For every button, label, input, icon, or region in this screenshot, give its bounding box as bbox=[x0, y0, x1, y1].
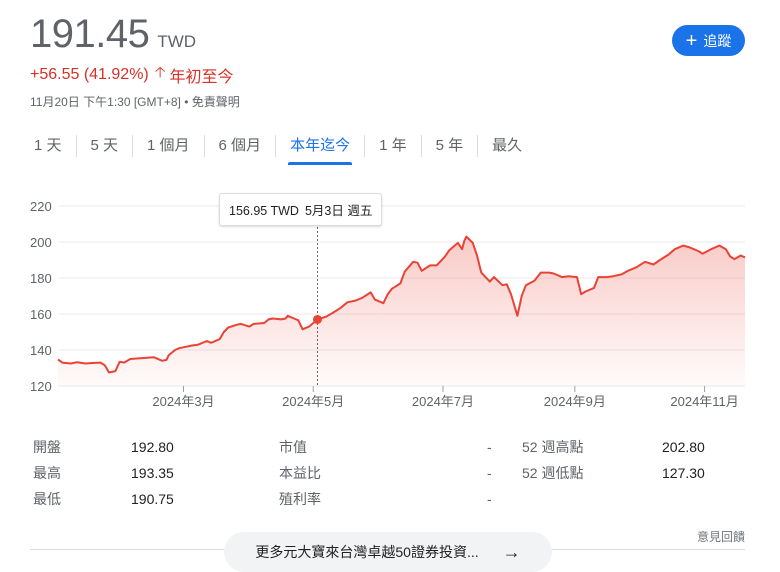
x-tick-label: 2024年5月 bbox=[282, 394, 344, 409]
stats-row: 開盤 192.80 市值 - 52 週高點 202.80 bbox=[33, 434, 745, 460]
range-tabs: 1 天 5 天 1 個月 6 個月 本年迄今 1 年 5 年 最久 bbox=[20, 128, 536, 165]
y-tick-label: 180 bbox=[30, 271, 52, 286]
stat-value-52w-high: 202.80 bbox=[662, 439, 705, 455]
tab-1m[interactable]: 1 個月 bbox=[133, 128, 204, 160]
stat-value-open: 192.80 bbox=[131, 439, 174, 455]
y-tick-label: 200 bbox=[30, 235, 52, 250]
change-period: 年初至今 bbox=[169, 68, 234, 86]
follow-button-label: 追蹤 bbox=[703, 32, 732, 49]
stat-value-low: 190.75 bbox=[131, 491, 174, 507]
tab-label: 本年迄今 bbox=[290, 136, 351, 154]
price-chart[interactable]: 120 140 160 180 200 220 2024年3月 2024年5月 2024年7月 2… bbox=[0, 175, 780, 420]
y-tick-label: 160 bbox=[30, 307, 52, 322]
stat-label-52w-low: 52 週低點 bbox=[522, 465, 584, 481]
follow-button[interactable]: + 追蹤 bbox=[672, 25, 745, 56]
stats-row: 最高 193.35 本益比 - 52 週低點 127.30 bbox=[33, 460, 745, 486]
x-tick-label: 2024年9月 bbox=[544, 394, 606, 409]
stat-label-yield: 殖利率 bbox=[279, 491, 321, 507]
x-tick-label: 2024年3月 bbox=[152, 394, 214, 409]
tab-label: 最久 bbox=[492, 136, 523, 154]
currency-label: TWD bbox=[157, 32, 197, 51]
tab-1d[interactable]: 1 天 bbox=[20, 128, 76, 160]
tab-5y[interactable]: 5 年 bbox=[422, 128, 478, 160]
stats-row: 最低 190.75 殖利率 - bbox=[33, 486, 745, 512]
tab-label: 1 年 bbox=[379, 136, 407, 154]
hover-point bbox=[312, 314, 322, 324]
tab-6m[interactable]: 6 個月 bbox=[205, 128, 276, 160]
quote-meta: 11月20日 下午1:30 [GMT+8] • 免責聲明 bbox=[30, 93, 240, 110]
chart-tooltip: 156.95 TWD 5月3日 週五 bbox=[219, 193, 383, 226]
stats-table: 開盤 192.80 市值 - 52 週高點 202.80 最高 193.35 本… bbox=[33, 434, 745, 512]
tab-label: 6 個月 bbox=[218, 136, 262, 154]
quote-header: 191.45 TWD bbox=[30, 12, 196, 57]
stat-value-52w-low: 127.30 bbox=[662, 465, 705, 481]
y-tick-label: 220 bbox=[30, 199, 52, 214]
tab-1y[interactable]: 1 年 bbox=[365, 128, 421, 160]
tooltip-date: 5月3日 週五 bbox=[304, 204, 373, 218]
tab-5d[interactable]: 5 天 bbox=[77, 128, 133, 160]
tooltip-price: 156.95 TWD bbox=[229, 204, 299, 218]
price-area bbox=[58, 236, 745, 386]
tab-label: 5 年 bbox=[435, 136, 464, 154]
tab-label: 1 個月 bbox=[147, 136, 190, 154]
tab-label: 1 天 bbox=[34, 136, 62, 154]
stat-label-open: 開盤 bbox=[33, 439, 61, 455]
stat-value-pe: - bbox=[487, 465, 492, 481]
disclaimer-link[interactable]: • 免責聲明 bbox=[184, 95, 240, 109]
stat-label-high: 最高 bbox=[33, 465, 61, 481]
plus-icon: + bbox=[685, 29, 698, 52]
stat-value-market-cap: - bbox=[487, 439, 492, 455]
tab-label: 5 天 bbox=[90, 136, 119, 154]
x-tick-label: 2024年7月 bbox=[412, 394, 474, 409]
stat-label-market-cap: 市值 bbox=[279, 439, 307, 455]
arrow-up-icon: 🡡 bbox=[154, 64, 166, 81]
more-info-label: 更多元大寶來台灣卓越50證券投資... bbox=[255, 544, 479, 560]
current-price: 191.45 bbox=[30, 12, 150, 56]
arrow-right-icon: → bbox=[502, 541, 521, 562]
more-info-button[interactable]: 更多元大寶來台灣卓越50證券投資... → bbox=[224, 532, 552, 572]
stat-label-low: 最低 bbox=[33, 491, 61, 507]
stat-label-52w-high: 52 週高點 bbox=[522, 439, 584, 455]
y-tick-label: 120 bbox=[30, 379, 52, 394]
x-tick-label: 2024年11月 bbox=[670, 394, 738, 409]
price-change: +56.55 (41.92%) 🡡 年初至今 bbox=[30, 62, 234, 87]
change-value: +56.55 (41.92%) bbox=[30, 65, 149, 83]
quote-timestamp: 11月20日 下午1:30 [GMT+8] bbox=[30, 95, 181, 109]
stat-label-pe: 本益比 bbox=[279, 465, 321, 481]
stat-value-yield: - bbox=[487, 491, 492, 507]
tab-max[interactable]: 最久 bbox=[478, 128, 536, 160]
tab-ytd[interactable]: 本年迄今 bbox=[276, 128, 364, 165]
feedback-link[interactable]: 意見回饋 bbox=[697, 528, 745, 545]
y-tick-label: 140 bbox=[30, 343, 52, 358]
stat-value-high: 193.35 bbox=[131, 465, 174, 481]
